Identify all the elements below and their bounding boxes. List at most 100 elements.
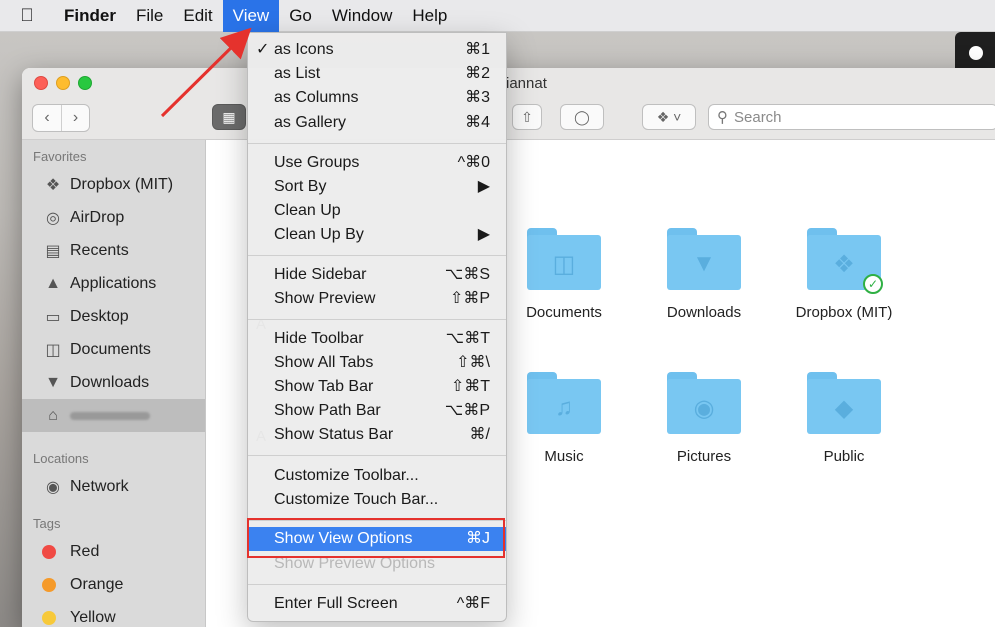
- sidebar-item-label: AirDrop: [70, 208, 125, 226]
- folder-label: Music: [544, 448, 584, 465]
- sidebar-item-dropbox[interactable]: ❖ Dropbox (MIT): [22, 168, 205, 201]
- sidebar-item-label: Orange: [70, 575, 124, 593]
- music-folder-icon: ♫: [527, 372, 601, 434]
- menu-item-customize-touch-bar[interactable]: Customize Touch Bar...: [248, 488, 506, 512]
- airdrop-icon: ◎: [46, 209, 60, 227]
- sidebar-item-recents[interactable]: ▤ Recents: [22, 234, 205, 267]
- minimize-window-button[interactable]: [56, 76, 70, 90]
- menu-item-as-columns[interactable]: as Columns ⌘3: [248, 86, 506, 110]
- menu-bar:  Finder File Edit View Go Window Help: [0, 0, 995, 32]
- menu-item-show-path-bar[interactable]: Show Path Bar ⌥⌘P: [248, 399, 506, 423]
- sidebar-item-label: Desktop: [70, 307, 129, 325]
- menu-item-show-preview[interactable]: Show Preview ⇧⌘P: [248, 287, 506, 311]
- menu-separator: [248, 255, 506, 256]
- folder-label: Documents: [526, 304, 602, 321]
- sidebar-item-documents[interactable]: ◫ Documents: [22, 333, 205, 366]
- sync-check-icon: ✓: [863, 274, 883, 294]
- toolbar: iannat ‹ › ▦ ⇧ ◯ ❖ ˅ ⚲ Search: [22, 68, 995, 140]
- checkmark-icon: ✓: [256, 41, 270, 58]
- submenu-arrow-icon: ▶: [477, 178, 490, 195]
- folder-label: Public: [823, 448, 865, 465]
- menu-view[interactable]: View: [222, 0, 280, 32]
- menu-item-show-tab-bar[interactable]: Show Tab Bar ⇧⌘T: [248, 375, 506, 399]
- search-icon: ⚲: [717, 109, 728, 126]
- sidebar-header-locations: Locations: [33, 451, 89, 466]
- documents-folder-icon: ◫: [527, 228, 601, 290]
- orange-tag-icon: [42, 577, 56, 592]
- sidebar-item-label: Yellow: [70, 608, 116, 626]
- sidebar-item-label: Recents: [70, 241, 129, 259]
- dropbox-toolbar-icon[interactable]: ❖ ˅: [642, 104, 696, 130]
- sidebar-item-label: Dropbox (MIT): [70, 175, 174, 193]
- menu-item-clean-up[interactable]: Clean Up: [248, 199, 506, 223]
- home-label-blurred: [70, 411, 150, 420]
- menu-help[interactable]: Help: [402, 0, 457, 32]
- window-title: iannat: [506, 75, 547, 92]
- recents-icon: ▤: [45, 242, 61, 260]
- folder-item-downloads[interactable]: ▼ Downloads: [644, 228, 764, 321]
- search-placeholder: Search: [734, 108, 782, 126]
- downloads-folder-icon: ▼: [667, 228, 741, 290]
- sidebar-item-airdrop[interactable]: ◎ AirDrop: [22, 201, 205, 234]
- menu-item-show-all-tabs[interactable]: Show All Tabs ⇧⌘\: [248, 351, 506, 375]
- forward-icon[interactable]: ›: [61, 105, 89, 131]
- pictures-folder-icon: ◉: [667, 372, 741, 434]
- public-folder-icon: ◆: [807, 372, 881, 434]
- folder-item-pictures[interactable]: ◉ Pictures: [644, 372, 764, 465]
- sidebar-item-label: Red: [70, 542, 100, 560]
- yellow-tag-icon: [42, 610, 56, 625]
- nav-buttons: ‹ ›: [32, 104, 90, 132]
- share-icon[interactable]: ⇧: [512, 104, 542, 130]
- menu-separator: [248, 143, 506, 144]
- apple-icon[interactable]: : [0, 5, 54, 26]
- sidebar-item-desktop[interactable]: ▭ Desktop: [22, 300, 205, 333]
- sidebar-item-downloads[interactable]: ▼ Downloads: [22, 366, 205, 399]
- menu-edit[interactable]: Edit: [173, 0, 222, 32]
- dropbox-icon: ❖: [45, 176, 61, 194]
- folder-item-music[interactable]: ♫ Music: [504, 372, 624, 465]
- view-mode-icon[interactable]: ▦: [212, 104, 246, 130]
- menu-separator: [248, 584, 506, 585]
- menu-go[interactable]: Go: [279, 0, 322, 32]
- menu-item-sort-by[interactable]: Sort By ▶: [248, 175, 506, 199]
- sidebar-tag-orange[interactable]: Orange: [22, 568, 205, 601]
- menu-separator: [248, 319, 506, 320]
- sidebar: Favorites ❖ Dropbox (MIT) ◎ AirDrop ▤ Recen…: [22, 140, 206, 627]
- sidebar-tag-red[interactable]: Red: [22, 535, 205, 568]
- menu-item-hide-sidebar[interactable]: Hide Sidebar ⌥⌘S: [248, 263, 506, 287]
- folder-item-documents[interactable]: ◫ Documents: [504, 228, 624, 321]
- tag-icon[interactable]: ◯: [560, 104, 604, 130]
- finder-window: iannat ‹ › ▦ ⇧ ◯ ❖ ˅ ⚲ Search Favorites …: [22, 68, 995, 627]
- window-controls: [34, 76, 92, 90]
- folder-item-dropbox[interactable]: ❖ ✓ Dropbox (MIT): [784, 228, 904, 321]
- search-input[interactable]: ⚲ Search: [708, 104, 995, 130]
- sidebar-item-label: Network: [70, 477, 129, 495]
- sidebar-item-network[interactable]: ◉ Network: [22, 470, 205, 503]
- sidebar-tag-yellow[interactable]: Yellow: [22, 601, 205, 627]
- sidebar-item-label: Documents: [70, 340, 151, 358]
- widget-dot-icon: [969, 46, 983, 60]
- menu-item-as-list[interactable]: as List ⌘2: [248, 62, 506, 86]
- menu-item-use-groups[interactable]: Use Groups ^⌘0: [248, 151, 506, 175]
- menu-window[interactable]: Window: [322, 0, 402, 32]
- close-window-button[interactable]: [34, 76, 48, 90]
- zoom-window-button[interactable]: [78, 76, 92, 90]
- applications-icon: ▲: [45, 274, 61, 292]
- folder-label: Downloads: [666, 304, 742, 321]
- menu-item-clean-up-by[interactable]: Clean Up By ▶: [248, 223, 506, 247]
- folder-label: Dropbox (MIT): [795, 304, 893, 321]
- menu-item-enter-full-screen[interactable]: Enter Full Screen ^⌘F: [248, 592, 506, 616]
- menu-item-customize-toolbar[interactable]: Customize Toolbar...: [248, 464, 506, 488]
- menu-app-finder[interactable]: Finder: [54, 0, 126, 32]
- sidebar-item-applications[interactable]: ▲ Applications: [22, 267, 205, 300]
- menu-item-as-gallery[interactable]: as Gallery ⌘4: [248, 111, 506, 135]
- back-icon[interactable]: ‹: [33, 105, 61, 131]
- menu-item-as-icons[interactable]: ✓ as Icons ⌘1: [248, 38, 506, 62]
- network-icon: ◉: [46, 478, 60, 496]
- sidebar-item-home[interactable]: ⌂: [22, 399, 205, 432]
- documents-icon: ◫: [45, 341, 61, 359]
- folder-item-public[interactable]: ◆ Public: [784, 372, 904, 465]
- menu-item-hide-toolbar[interactable]: Hide Toolbar ⌥⌘T: [248, 327, 506, 351]
- menu-file[interactable]: File: [126, 0, 173, 32]
- menu-item-show-status-bar[interactable]: Show Status Bar ⌘/: [248, 423, 506, 447]
